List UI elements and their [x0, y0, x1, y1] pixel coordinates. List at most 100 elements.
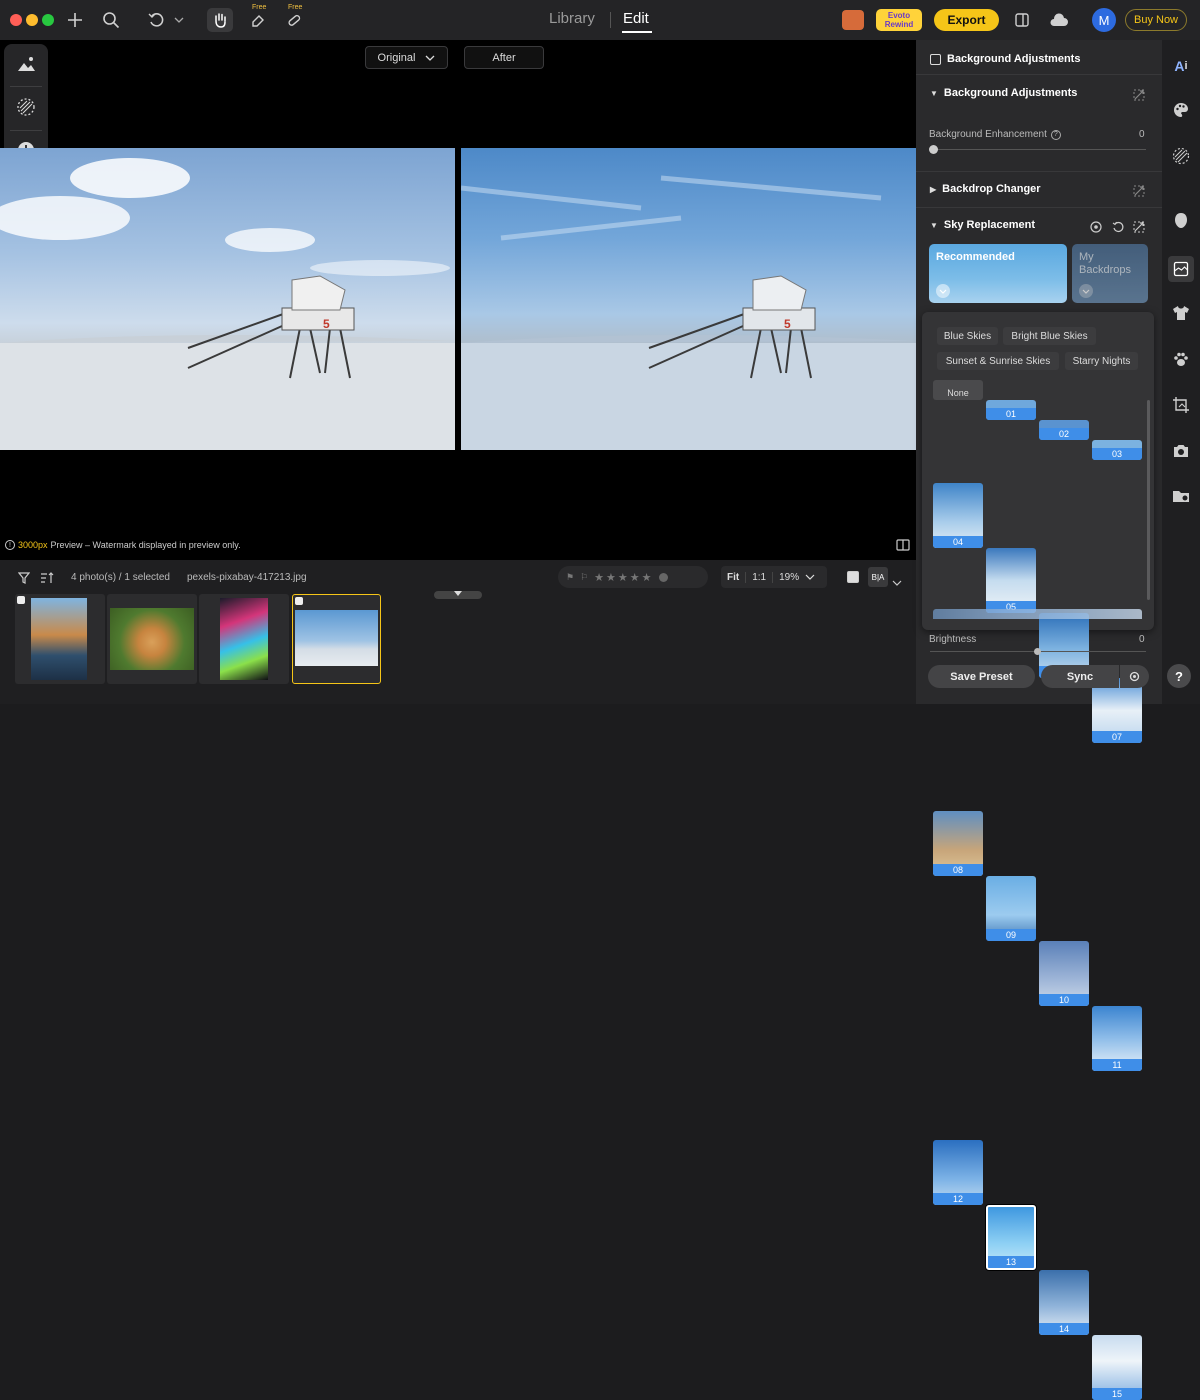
tile-label: 10 — [1039, 994, 1089, 1006]
palette-icon[interactable] — [1168, 97, 1194, 123]
zoom-window-button[interactable] — [42, 14, 54, 26]
fit-button[interactable]: Fit — [721, 572, 745, 583]
avatar[interactable]: M — [1092, 8, 1116, 32]
star-rating[interactable]: ★★★★★ — [594, 571, 653, 584]
camera-icon[interactable] — [1168, 438, 1194, 464]
sky-tile[interactable]: 11 — [1092, 1006, 1142, 1071]
undo-icon[interactable] — [146, 9, 186, 31]
erase-tool-icon[interactable]: Free — [246, 4, 270, 31]
tile-label: 01 — [986, 408, 1036, 420]
sort-icon[interactable] — [40, 571, 54, 589]
ai-icon[interactable]: Ai — [1168, 53, 1194, 79]
thumbnail[interactable] — [15, 594, 105, 684]
popover-scrollbar[interactable] — [1147, 400, 1150, 600]
tile-label: None — [947, 388, 969, 398]
bandage-tool-icon[interactable]: Free — [282, 4, 306, 31]
section-backdrop-changer[interactable]: ▶ Backdrop Changer — [930, 183, 1041, 195]
sky-tile[interactable]: 09 — [986, 876, 1036, 941]
sky-tile[interactable]: 02 — [1039, 420, 1089, 440]
cloud-icon[interactable] — [1048, 9, 1070, 31]
recommended-card[interactable]: Recommended — [929, 244, 1067, 303]
visibility-icon[interactable] — [1090, 220, 1102, 238]
panel-header: Background Adjustments — [930, 53, 1080, 65]
tile-label: 07 — [1092, 731, 1142, 743]
sync-button[interactable]: Sync — [1041, 665, 1119, 688]
reset-icon[interactable] — [1112, 220, 1124, 238]
gift-icon[interactable] — [842, 10, 864, 30]
sky-tile[interactable]: 03 — [1092, 440, 1142, 460]
after-button[interactable]: After — [464, 46, 544, 69]
filmstrip-toggle[interactable] — [434, 591, 482, 599]
ratio-button[interactable]: 1:1 — [745, 571, 774, 583]
sky-tile-none[interactable]: None — [933, 380, 983, 400]
color-label-icon[interactable] — [659, 572, 669, 582]
zoom-value[interactable]: 19% — [773, 572, 805, 583]
category-chip[interactable]: Sunset & Sunrise Skies — [937, 352, 1059, 370]
sky-tile[interactable]: 12 — [933, 1140, 983, 1205]
sky-tile[interactable]: 05 — [986, 548, 1036, 613]
tile-label: 13 — [988, 1256, 1034, 1268]
reset-brush-icon[interactable] — [1133, 220, 1145, 238]
sky-tile[interactable]: 01 — [986, 400, 1036, 420]
rating-bar: ⚑ ⚐ ★★★★★ — [558, 566, 708, 588]
single-view-icon[interactable] — [847, 571, 859, 583]
search-icon[interactable] — [100, 9, 122, 31]
thumbnail[interactable] — [199, 594, 289, 684]
sky-tile-selected[interactable]: 13 — [986, 1205, 1036, 1270]
face-icon[interactable] — [1168, 208, 1194, 234]
texture-icon[interactable] — [1168, 143, 1194, 169]
paw-icon[interactable] — [1168, 346, 1194, 372]
thumbnail[interactable] — [107, 594, 197, 684]
category-chip[interactable]: Bright Blue Skies — [1003, 327, 1096, 345]
reset-brush-icon[interactable] — [1133, 184, 1145, 202]
minimize-window-button[interactable] — [26, 14, 38, 26]
help-icon[interactable]: ? — [1050, 129, 1061, 140]
add-icon[interactable] — [64, 9, 86, 31]
current-filename: pexels-pixabay-417213.jpg — [187, 572, 307, 583]
category-chip[interactable]: Starry Nights — [1065, 352, 1138, 370]
sky-tile[interactable]: 10 — [1039, 941, 1089, 1006]
filter-icon[interactable] — [17, 571, 31, 589]
export-button[interactable]: Export — [934, 9, 999, 31]
sky-tile[interactable]: 04 — [933, 483, 983, 548]
reset-brush-icon[interactable] — [1133, 88, 1145, 106]
tab-library[interactable]: Library — [549, 10, 595, 27]
reject-flag-icon[interactable]: ⚐ — [580, 572, 588, 583]
landscape-icon[interactable] — [16, 54, 36, 79]
flag-icon[interactable]: ⚑ — [566, 572, 574, 583]
tab-edit[interactable]: Edit — [623, 10, 649, 27]
chevron-down-icon[interactable] — [892, 573, 902, 591]
category-chip[interactable]: Blue Skies — [937, 327, 998, 345]
promo-badge[interactable]: Evoto Rewind — [876, 9, 922, 31]
enhancement-slider-track[interactable] — [930, 149, 1146, 150]
save-preset-button[interactable]: Save Preset — [928, 665, 1035, 688]
help-icon[interactable]: ? — [1167, 664, 1191, 688]
texture-icon[interactable] — [16, 97, 36, 122]
my-backdrops-card[interactable]: My Backdrops — [1072, 244, 1148, 303]
hand-tool-icon[interactable] — [207, 8, 233, 32]
preview-size: 3000px — [18, 540, 48, 550]
enhancement-slider-thumb[interactable] — [929, 145, 938, 154]
background-icon — [930, 53, 941, 65]
feature-sidebar — [1162, 40, 1200, 704]
section-sky-replacement[interactable]: ▼ Sky Replacement — [930, 219, 1035, 231]
original-dropdown[interactable]: Original — [365, 46, 448, 69]
buy-now-button[interactable]: Buy Now — [1125, 9, 1187, 31]
chevron-down-icon[interactable] — [805, 574, 815, 580]
before-after-button[interactable]: B|A — [868, 567, 888, 587]
brightness-slider-thumb[interactable] — [1034, 648, 1041, 655]
thumbnail-selected[interactable] — [292, 594, 381, 684]
folder-icon[interactable] — [1168, 483, 1194, 509]
sky-tile[interactable]: 08 — [933, 811, 983, 876]
section-background-adjustments[interactable]: ▼ Background Adjustments — [930, 87, 1077, 99]
crop-icon[interactable] — [1168, 392, 1194, 418]
close-window-button[interactable] — [10, 14, 22, 26]
background-icon[interactable] — [1168, 256, 1194, 282]
sky-tile[interactable]: 14 — [1039, 1270, 1089, 1335]
split-view-icon[interactable] — [896, 538, 910, 556]
sync-settings-icon[interactable] — [1120, 665, 1149, 688]
sky-tile[interactable]: 15 — [1092, 1335, 1142, 1400]
compare-panel-icon[interactable] — [1012, 9, 1032, 31]
shirt-icon[interactable] — [1168, 300, 1194, 326]
sky-tile-row-partial — [933, 609, 1142, 619]
